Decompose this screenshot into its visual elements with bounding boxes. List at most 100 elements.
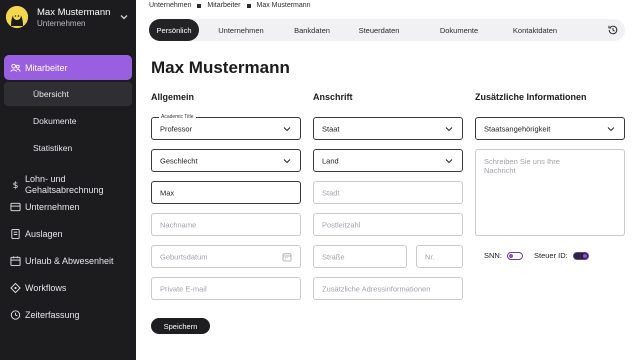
breadcrumb-item[interactable]: Mitarbeiter <box>207 2 240 9</box>
tab-steuerdaten[interactable]: Steuerdaten <box>349 19 409 41</box>
chevron-down-icon <box>445 158 453 163</box>
house-number-placeholder: Nr. <box>425 252 435 261</box>
city-placeholder: Stadt <box>322 188 340 197</box>
sidebar-subitem-label: Dokumente <box>33 116 77 126</box>
history-icon[interactable] <box>607 24 619 36</box>
sidebar-subitem-statistiken[interactable]: Statistiken <box>4 136 132 160</box>
address-extra-placeholder: Zusätzliche Adressinformationen <box>322 284 431 293</box>
section-heading-general: Allgemein <box>151 92 195 102</box>
breadcrumb-separator <box>197 3 202 8</box>
tab-persoenlich[interactable]: Persönlich <box>149 19 199 41</box>
profile-switcher[interactable]: Max Mustermann Unternehmen <box>6 3 132 31</box>
first-name-input[interactable]: Max <box>151 181 301 204</box>
zip-placeholder: Postleitzahl <box>322 220 361 229</box>
nationality-select[interactable]: Staatsangehörigkeit <box>475 117 625 140</box>
main-content: Unternehmen Mitarbeiter Max Mustermann P… <box>136 0 640 360</box>
page-title: Max Mustermann <box>151 58 290 77</box>
sidebar-item-label: Zeiterfassung <box>25 309 80 320</box>
academic-title-value: Professor <box>160 124 193 133</box>
message-placeholder: Schreiben Sie uns Ihre Nachricht <box>484 157 560 175</box>
breadcrumb: Unternehmen Mitarbeiter Max Mustermann <box>149 2 311 9</box>
message-textarea[interactable]: Schreiben Sie uns Ihre Nachricht <box>475 149 625 236</box>
nationality-value: Staatsangehörigkeit <box>484 124 551 133</box>
birthdate-input[interactable]: Geburtsdatum <box>151 245 301 268</box>
avatar-icon <box>6 6 28 28</box>
toggle-knob <box>582 253 587 258</box>
section-heading-additional: Zusätzliche Informationen <box>475 92 587 102</box>
sidebar-item-label: Lohn- und Gehaltsabrechnung <box>25 174 104 196</box>
calendar-icon <box>10 255 21 266</box>
tax-id-label: Steuer ID: <box>534 251 568 260</box>
street-input[interactable]: Straße <box>313 245 407 268</box>
sidebar-item-urlaub[interactable]: Urlaub & Abwesenheit <box>4 248 132 273</box>
city-input[interactable]: Stadt <box>313 181 463 204</box>
tab-unternehmen[interactable]: Unternehmen <box>211 19 271 41</box>
breadcrumb-item-current: Max Mustermann <box>256 2 311 9</box>
sidebar-item-unternehmen[interactable]: Unternehmen <box>4 194 132 219</box>
breadcrumb-separator <box>246 3 251 8</box>
svg-text:$: $ <box>13 180 19 190</box>
house-number-input[interactable]: Nr. <box>416 245 463 268</box>
zip-input[interactable]: Postleitzahl <box>313 213 463 236</box>
chevron-down-icon <box>445 126 453 131</box>
avatar <box>6 6 28 28</box>
sidebar-item-zeiterfassung[interactable]: Zeiterfassung <box>4 302 132 327</box>
toggle-knob <box>508 253 513 258</box>
state-select[interactable]: Land <box>313 149 463 172</box>
private-email-placeholder: Private E-mail <box>160 284 207 293</box>
first-name-value: Max <box>160 188 175 197</box>
sidebar-item-label: Workflows <box>25 282 67 293</box>
chevron-down-icon <box>283 126 291 131</box>
tab-bankdaten[interactable]: Bankdaten <box>287 19 337 41</box>
last-name-placeholder: Nachname <box>160 220 197 229</box>
tax-id-toggle-group: Steuer ID: <box>534 251 589 260</box>
address-extra-input[interactable]: Zusätzliche Adressinformationen <box>313 277 463 300</box>
country-value: Staat <box>322 124 340 133</box>
building-icon <box>10 201 21 212</box>
tax-id-toggle[interactable] <box>572 251 589 260</box>
section-heading-address: Anschrift <box>313 92 353 102</box>
receipt-icon <box>10 228 21 239</box>
clock-icon <box>10 309 21 320</box>
profile-name: Max Mustermann <box>37 7 111 18</box>
calendar-icon[interactable] <box>282 252 292 262</box>
sidebar-subitem-dokumente[interactable]: Dokumente <box>4 109 132 133</box>
sidebar-item-workflows[interactable]: Workflows <box>4 275 132 300</box>
sidebar-item-auslagen[interactable]: Auslagen <box>4 221 132 246</box>
chevron-down-icon <box>283 158 291 163</box>
country-select[interactable]: Staat <box>313 117 463 140</box>
workflow-icon <box>10 282 21 293</box>
tab-kontaktdaten[interactable]: Kontaktdaten <box>503 19 567 41</box>
sidebar: Max Mustermann Unternehmen Mitarbeiter Ü… <box>0 0 136 360</box>
gender-select[interactable]: Geschlecht <box>151 149 301 172</box>
dollar-icon: $ <box>10 179 21 190</box>
sidebar-subitem-label: Statistiken <box>33 143 73 153</box>
state-value: Land <box>322 156 339 165</box>
breadcrumb-item[interactable]: Unternehmen <box>149 2 191 9</box>
sidebar-subitem-label: Übersicht <box>33 89 69 99</box>
sidebar-subitem-uebersicht[interactable]: Übersicht <box>4 82 132 106</box>
sidebar-item-label: Urlaub & Abwesenheit <box>25 255 114 266</box>
tab-dokumente[interactable]: Dokumente <box>431 19 487 41</box>
birthdate-placeholder: Geburtsdatum <box>160 252 208 261</box>
chevron-down-icon <box>607 126 615 131</box>
sidebar-item-label-line1: Lohn- und <box>25 174 66 184</box>
sidebar-item-mitarbeiter[interactable]: Mitarbeiter <box>4 55 132 80</box>
sidebar-item-label: Mitarbeiter <box>25 62 68 73</box>
academic-title-label: Academic Title <box>159 114 196 120</box>
chevron-down-icon[interactable] <box>118 11 130 23</box>
tab-bar: Persönlich Unternehmen Bankdaten Steuerd… <box>149 19 625 41</box>
sidebar-item-label: Unternehmen <box>25 201 80 212</box>
profile-company: Unternehmen <box>37 19 86 28</box>
ssn-label: SNN: <box>484 251 502 260</box>
people-icon <box>10 62 21 73</box>
sidebar-item-label: Auslagen <box>25 228 63 239</box>
save-button[interactable]: Speichern <box>151 318 210 334</box>
gender-value: Geschlecht <box>160 156 198 165</box>
street-placeholder: Straße <box>322 252 345 261</box>
academic-title-select[interactable]: Academic Title Professor <box>151 114 301 140</box>
private-email-input[interactable]: Private E-mail <box>151 277 301 300</box>
ssn-toggle-group: SNN: <box>484 251 523 260</box>
ssn-toggle[interactable] <box>506 251 523 260</box>
last-name-input[interactable]: Nachname <box>151 213 301 236</box>
